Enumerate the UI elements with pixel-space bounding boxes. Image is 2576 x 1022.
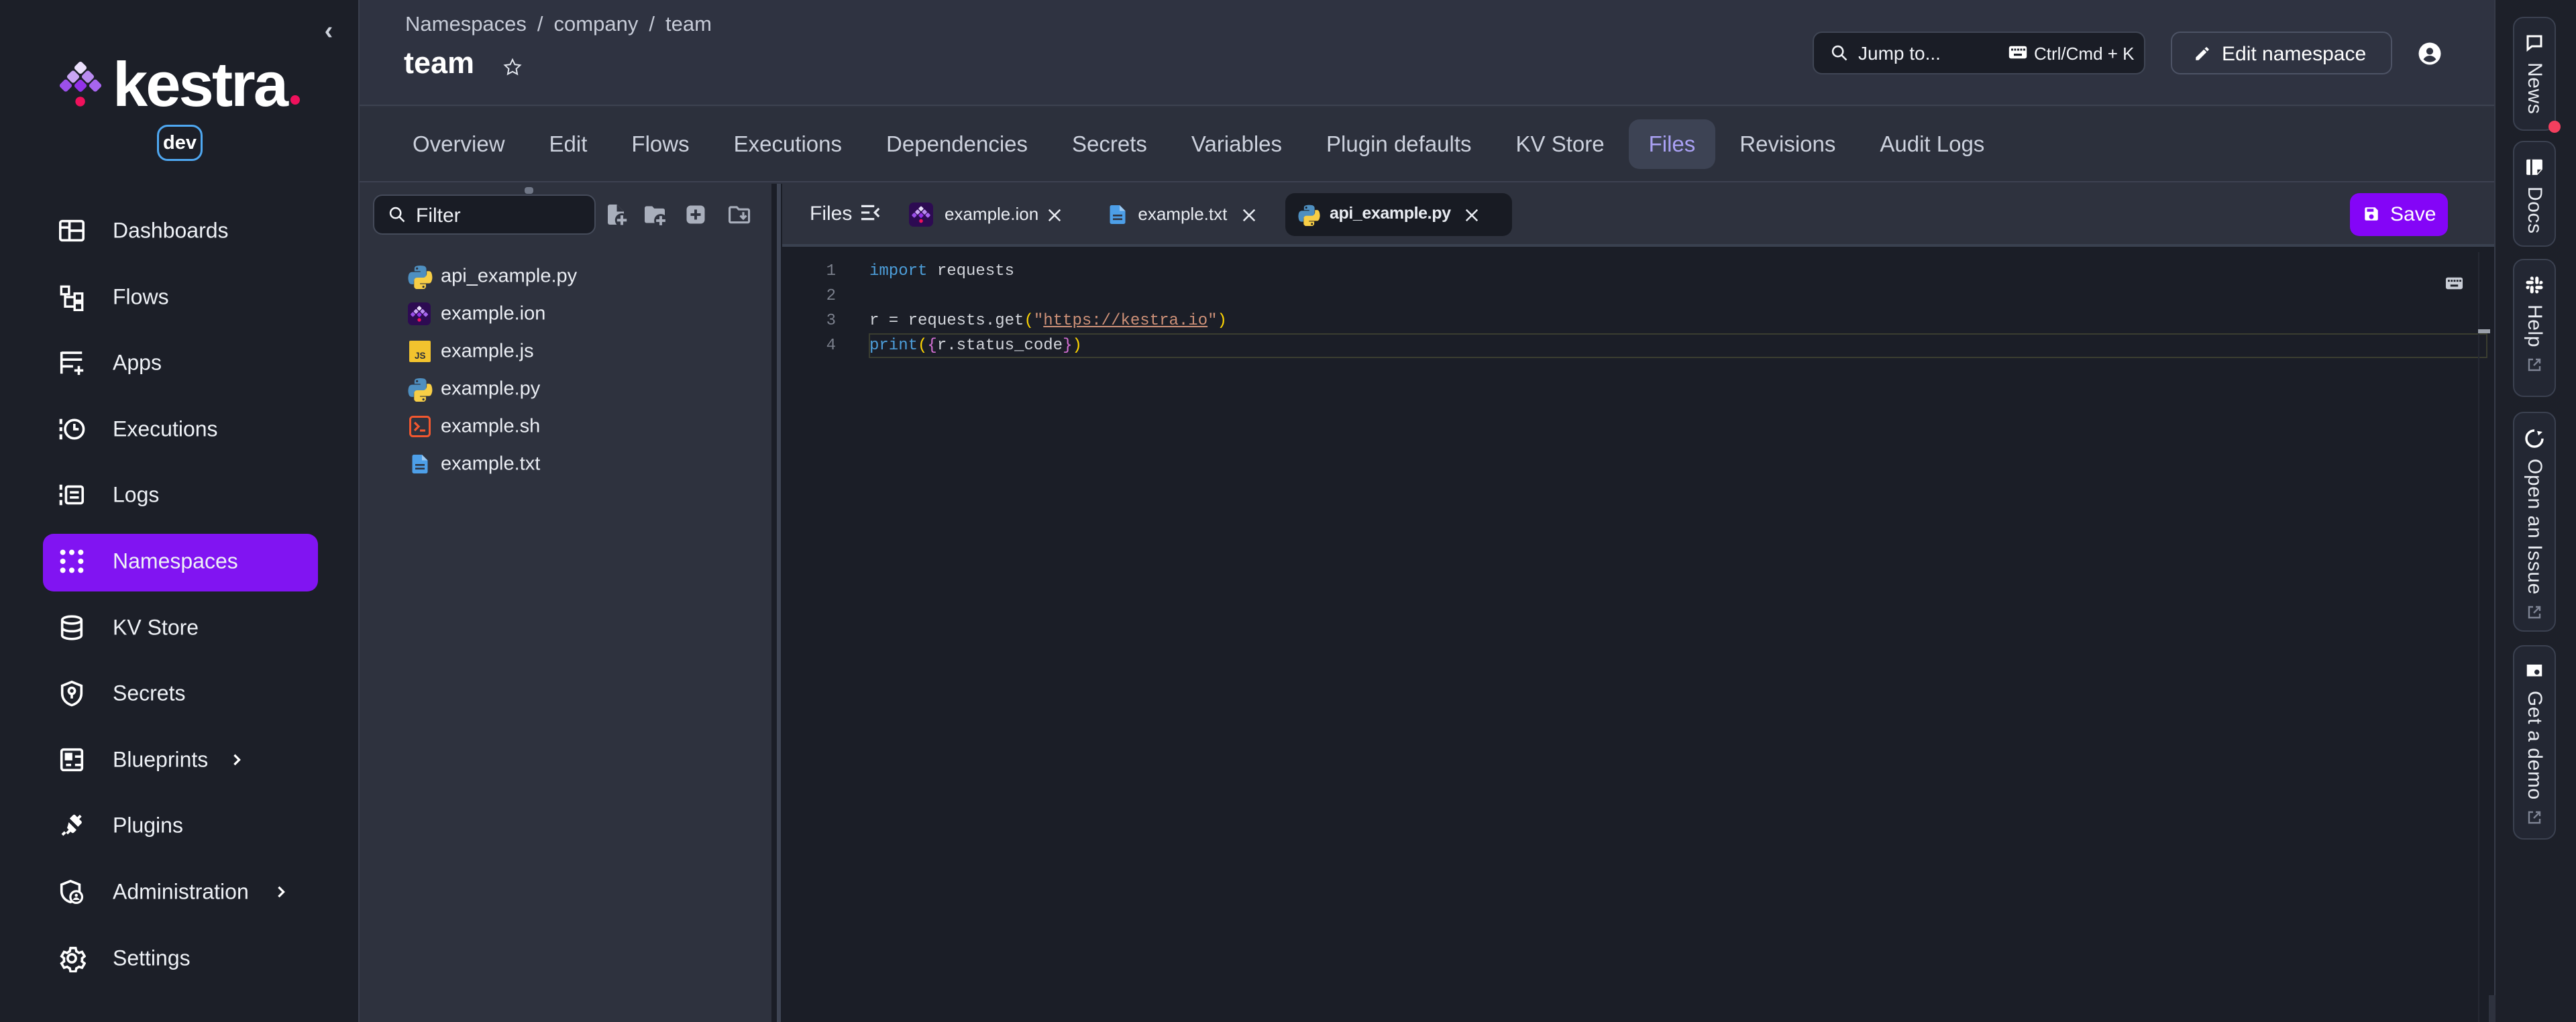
svg-text:JS: JS — [415, 351, 426, 361]
